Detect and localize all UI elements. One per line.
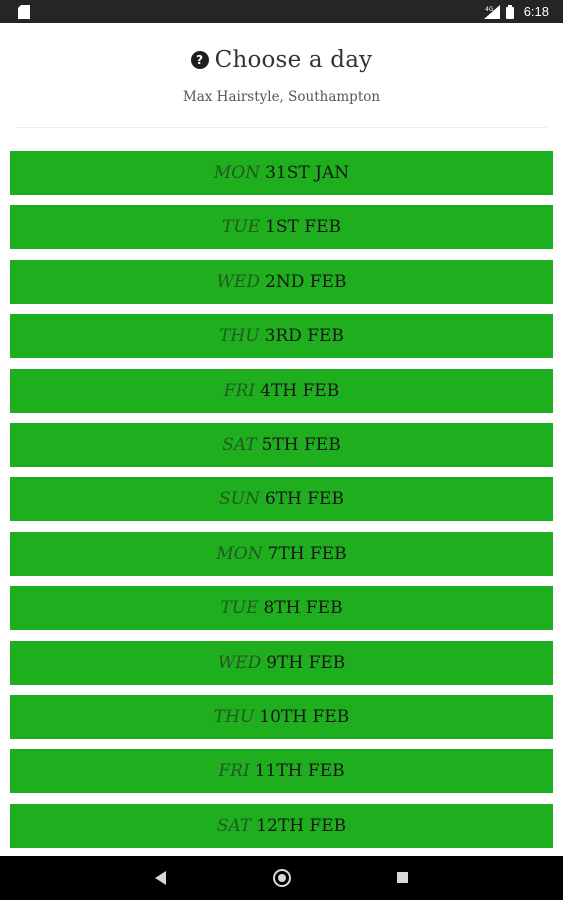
day-button[interactable]: WED 9TH FEB (10, 640, 553, 685)
day-date: 10TH FEB (259, 706, 350, 727)
day-date: 9TH FEB (266, 652, 346, 673)
status-icons: 4G 6:18 (483, 0, 549, 23)
day-name: TUE (220, 598, 259, 619)
day-button[interactable]: SAT 12TH FEB (10, 803, 553, 848)
day-name: WED (216, 271, 261, 292)
day-button[interactable]: FRI 11TH FEB (10, 749, 553, 794)
day-date: 4TH FEB (260, 380, 340, 401)
home-icon[interactable] (273, 869, 291, 887)
day-button[interactable]: THU 10TH FEB (10, 694, 553, 739)
salon-name: Max Hairstyle, Southampton (182, 89, 381, 105)
sd-card-icon (18, 5, 30, 19)
day-name: MON (213, 163, 261, 183)
back-icon[interactable] (155, 871, 166, 885)
day-date: 7TH FEB (267, 543, 347, 564)
svg-text:4G: 4G (485, 6, 494, 13)
page-title: Choose a day (214, 47, 373, 73)
signal-icon: 4G (483, 4, 500, 19)
day-date: 2ND FEB (265, 271, 347, 292)
recent-apps-icon[interactable] (397, 872, 408, 883)
day-button[interactable]: SUN 6TH FEB (10, 477, 553, 522)
battery-icon (505, 4, 514, 19)
header-divider (16, 127, 547, 128)
help-icon[interactable]: ? (190, 51, 209, 69)
day-button[interactable]: MON 7TH FEB (10, 531, 553, 576)
day-name: SAT (216, 815, 252, 836)
day-button[interactable]: WED 2ND FEB (10, 259, 553, 304)
day-name: FRI (218, 761, 250, 782)
day-button[interactable]: TUE 1ST FEB (10, 205, 553, 250)
day-date: 12TH FEB (256, 815, 347, 836)
page-header: ? Choose a day Max Hairstyle, Southampto… (0, 23, 563, 129)
day-date: 5TH FEB (261, 434, 341, 455)
home-icon-dot (278, 874, 286, 882)
day-name: SAT (222, 434, 257, 455)
day-date: 11TH FEB (254, 761, 345, 782)
day-button[interactable]: THU 3RD FEB (10, 314, 553, 359)
day-name: MON (216, 543, 263, 564)
day-name: TUE (222, 217, 261, 238)
day-name: FRI (223, 380, 256, 401)
day-date: 1ST FEB (265, 217, 341, 238)
day-name: THU (213, 706, 255, 727)
navigation-bar (0, 856, 563, 900)
title-row: ? Choose a day (0, 47, 563, 73)
day-date: 31ST JAN (265, 163, 350, 183)
day-button[interactable]: FRI 4TH FEB (10, 368, 553, 413)
day-date: 3RD FEB (264, 326, 344, 347)
day-button[interactable]: TUE 8TH FEB (10, 586, 553, 631)
day-name: SUN (219, 489, 260, 510)
day-button[interactable]: SAT 5TH FEB (10, 422, 553, 467)
day-name: THU (219, 326, 260, 347)
status-bar: 4G 6:18 (0, 0, 563, 23)
day-date: 6TH FEB (264, 489, 344, 510)
status-time: 6:18 (523, 4, 549, 19)
day-name: WED (217, 652, 262, 673)
day-date: 8TH FEB (263, 598, 343, 619)
day-list: MON 31ST JAN TUE 1ST FEB WED 2ND FEB THU… (10, 151, 553, 858)
day-button[interactable]: MON 31ST JAN (10, 151, 553, 195)
